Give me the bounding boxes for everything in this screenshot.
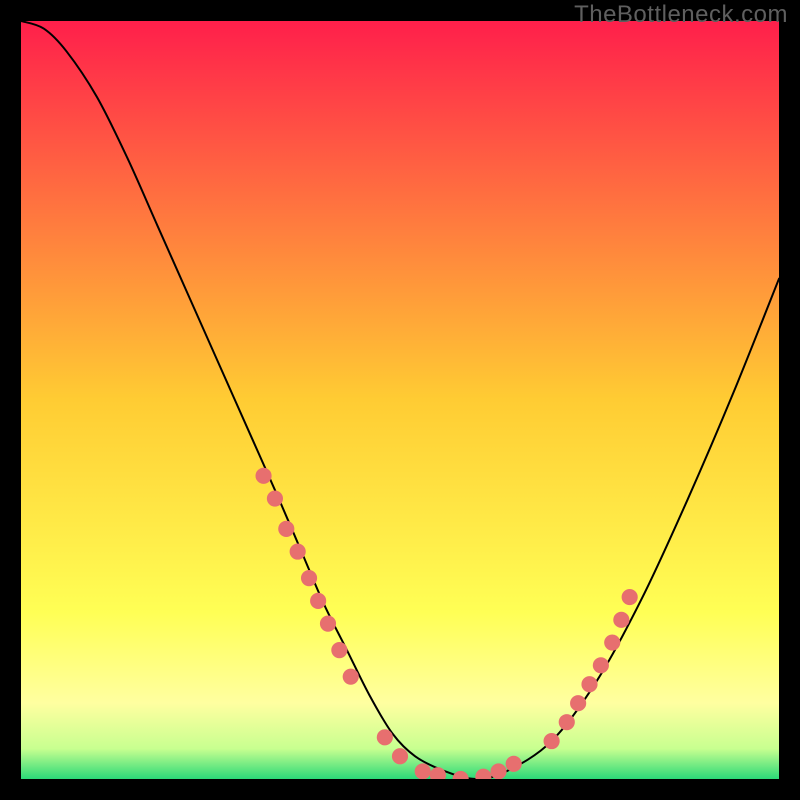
data-marker [491,764,506,779]
data-marker [320,616,335,631]
data-marker [593,658,608,673]
data-marker [605,635,620,650]
data-marker [290,544,305,559]
chart-frame: TheBottleneck.com [0,0,800,800]
gradient-background [21,21,779,779]
data-marker [301,571,316,586]
data-marker [582,677,597,692]
data-marker [279,521,294,536]
watermark-text: TheBottleneck.com [574,1,788,29]
data-marker [571,696,586,711]
data-marker [332,643,347,658]
data-marker [343,669,358,684]
data-marker [506,756,521,771]
data-marker [311,593,326,608]
data-marker [622,590,637,605]
data-marker [415,764,430,779]
data-marker [544,734,559,749]
data-marker [614,612,629,627]
bottleneck-chart [21,21,779,779]
data-marker [377,730,392,745]
data-marker [430,768,445,779]
data-marker [559,715,574,730]
data-marker [392,749,407,764]
data-marker [267,491,282,506]
data-marker [256,468,271,483]
